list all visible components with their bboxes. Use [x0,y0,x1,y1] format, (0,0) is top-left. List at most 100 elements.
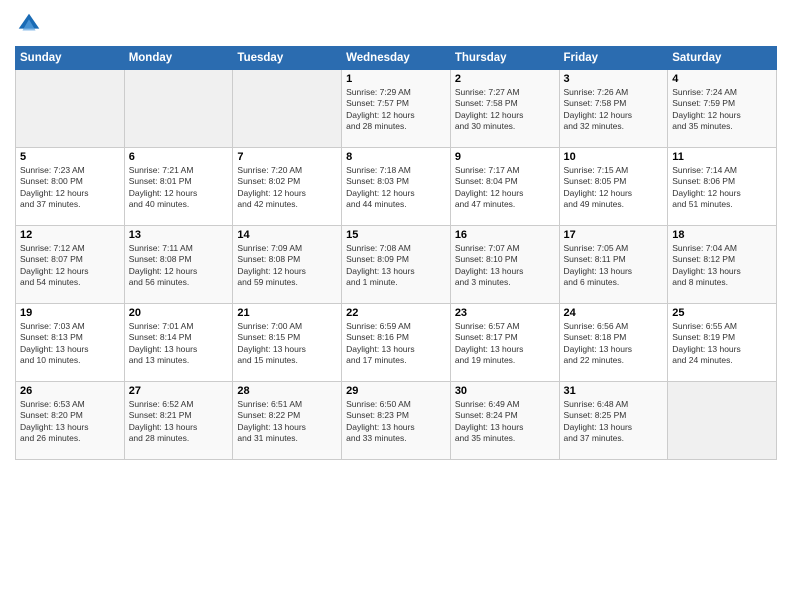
day-number: 1 [346,73,446,85]
calendar-cell: 5 Sunrise: 7:23 AM Sunset: 8:00 PM Daylig… [16,148,125,226]
calendar-cell: 12 Sunrise: 7:12 AM Sunset: 8:07 PM Dayli… [16,226,125,304]
day-info: Sunrise: 7:03 AM Sunset: 8:13 PM Dayligh… [20,321,120,367]
calendar-cell: 9Sunrise: 7:17 AM Sunset: 8:04 PM Daylig… [450,148,559,226]
calendar-header-row: SundayMondayTuesdayWednesdayThursdayFrid… [16,47,777,70]
day-info: Sunrise: 6:55 AM Sunset: 8:19 PM Dayligh… [672,321,772,367]
day-info: Sunrise: 7:01 AM Sunset: 8:14 PM Dayligh… [129,321,229,367]
calendar-cell: 26 Sunrise: 6:53 AM Sunset: 8:20 PM Dayli… [16,382,125,460]
calendar-day-header: Sunday [16,47,125,70]
day-info: Sunrise: 6:51 AM Sunset: 8:22 PM Dayligh… [237,399,337,445]
day-info: Sunrise: 7:04 AM Sunset: 8:12 PM Dayligh… [672,243,772,289]
day-number: 18 [672,229,772,241]
day-number: 28 [237,385,337,397]
calendar-cell [668,382,777,460]
day-number: 23 [455,307,555,319]
calendar-day-header: Saturday [668,47,777,70]
day-info: Sunrise: 7:14 AM Sunset: 8:06 PM Dayligh… [672,165,772,211]
day-info: Sunrise: 6:50 AM Sunset: 8:23 PM Dayligh… [346,399,446,445]
calendar-cell [233,70,342,148]
day-info: Sunrise: 6:56 AM Sunset: 8:18 PM Dayligh… [564,321,664,367]
day-number: 8 [346,151,446,163]
day-number: 16 [455,229,555,241]
calendar-day-header: Tuesday [233,47,342,70]
day-info: Sunrise: 7:05 AM Sunset: 8:11 PM Dayligh… [564,243,664,289]
calendar-cell: 29 Sunrise: 6:50 AM Sunset: 8:23 PM Dayli… [342,382,451,460]
calendar-cell: 10 Sunrise: 7:15 AM Sunset: 8:05 PM Dayli… [559,148,668,226]
calendar-cell: 28 Sunrise: 6:51 AM Sunset: 8:22 PM Dayli… [233,382,342,460]
day-info: Sunrise: 7:23 AM Sunset: 8:00 PM Dayligh… [20,165,120,211]
calendar-cell: 2 Sunrise: 7:27 AM Sunset: 7:58 PM Daylig… [450,70,559,148]
calendar-cell: 4Sunrise: 7:24 AM Sunset: 7:59 PM Daylig… [668,70,777,148]
day-number: 24 [564,307,664,319]
calendar-day-header: Wednesday [342,47,451,70]
calendar-table: SundayMondayTuesdayWednesdayThursdayFrid… [15,46,777,460]
day-number: 27 [129,385,229,397]
day-number: 26 [20,385,120,397]
calendar-cell: 23 Sunrise: 6:57 AM Sunset: 8:17 PM Dayli… [450,304,559,382]
day-info: Sunrise: 6:57 AM Sunset: 8:17 PM Dayligh… [455,321,555,367]
day-number: 17 [564,229,664,241]
day-info: Sunrise: 7:09 AM Sunset: 8:08 PM Dayligh… [237,243,337,289]
day-number: 10 [564,151,664,163]
day-number: 15 [346,229,446,241]
day-number: 30 [455,385,555,397]
day-number: 5 [20,151,120,163]
day-number: 19 [20,307,120,319]
day-number: 25 [672,307,772,319]
day-number: 2 [455,73,555,85]
day-number: 14 [237,229,337,241]
calendar-cell: 19 Sunrise: 7:03 AM Sunset: 8:13 PM Dayli… [16,304,125,382]
day-number: 21 [237,307,337,319]
day-info: Sunrise: 7:15 AM Sunset: 8:05 PM Dayligh… [564,165,664,211]
day-info: Sunrise: 6:48 AM Sunset: 8:25 PM Dayligh… [564,399,664,445]
day-number: 29 [346,385,446,397]
day-number: 13 [129,229,229,241]
day-number: 9 [455,151,555,163]
calendar-cell: 31 Sunrise: 6:48 AM Sunset: 8:25 PM Dayli… [559,382,668,460]
day-info: Sunrise: 6:59 AM Sunset: 8:16 PM Dayligh… [346,321,446,367]
day-info: Sunrise: 7:27 AM Sunset: 7:58 PM Dayligh… [455,87,555,133]
calendar-cell: 1 Sunrise: 7:29 AM Sunset: 7:57 PM Daylig… [342,70,451,148]
day-info: Sunrise: 7:21 AM Sunset: 8:01 PM Dayligh… [129,165,229,211]
day-info: Sunrise: 7:12 AM Sunset: 8:07 PM Dayligh… [20,243,120,289]
calendar-cell: 21Sunrise: 7:00 AM Sunset: 8:15 PM Dayli… [233,304,342,382]
calendar-cell: 13 Sunrise: 7:11 AM Sunset: 8:08 PM Dayli… [124,226,233,304]
calendar-cell: 16 Sunrise: 7:07 AM Sunset: 8:10 PM Dayli… [450,226,559,304]
calendar-cell: 3Sunrise: 7:26 AM Sunset: 7:58 PM Daylig… [559,70,668,148]
calendar-cell: 7Sunrise: 7:20 AM Sunset: 8:02 PM Daylig… [233,148,342,226]
day-info: Sunrise: 6:49 AM Sunset: 8:24 PM Dayligh… [455,399,555,445]
calendar-cell: 15 Sunrise: 7:08 AM Sunset: 8:09 PM Dayli… [342,226,451,304]
calendar-cell: 24 Sunrise: 6:56 AM Sunset: 8:18 PM Dayli… [559,304,668,382]
header [15,10,777,38]
day-info: Sunrise: 7:07 AM Sunset: 8:10 PM Dayligh… [455,243,555,289]
calendar-cell: 27 Sunrise: 6:52 AM Sunset: 8:21 PM Dayli… [124,382,233,460]
day-info: Sunrise: 7:29 AM Sunset: 7:57 PM Dayligh… [346,87,446,133]
day-info: Sunrise: 6:52 AM Sunset: 8:21 PM Dayligh… [129,399,229,445]
calendar-day-header: Monday [124,47,233,70]
day-info: Sunrise: 7:26 AM Sunset: 7:58 PM Dayligh… [564,87,664,133]
calendar-cell: 6Sunrise: 7:21 AM Sunset: 8:01 PM Daylig… [124,148,233,226]
calendar-week-row: 26 Sunrise: 6:53 AM Sunset: 8:20 PM Dayli… [16,382,777,460]
day-number: 20 [129,307,229,319]
day-number: 31 [564,385,664,397]
calendar-week-row: 12 Sunrise: 7:12 AM Sunset: 8:07 PM Dayli… [16,226,777,304]
day-info: Sunrise: 7:18 AM Sunset: 8:03 PM Dayligh… [346,165,446,211]
calendar-cell: 25 Sunrise: 6:55 AM Sunset: 8:19 PM Dayli… [668,304,777,382]
day-info: Sunrise: 6:53 AM Sunset: 8:20 PM Dayligh… [20,399,120,445]
calendar-day-header: Friday [559,47,668,70]
logo-icon [15,10,43,38]
calendar-cell: 14 Sunrise: 7:09 AM Sunset: 8:08 PM Dayli… [233,226,342,304]
calendar-cell: 17 Sunrise: 7:05 AM Sunset: 8:11 PM Dayli… [559,226,668,304]
logo [15,10,47,38]
day-number: 4 [672,73,772,85]
calendar-week-row: 5 Sunrise: 7:23 AM Sunset: 8:00 PM Daylig… [16,148,777,226]
day-number: 12 [20,229,120,241]
day-info: Sunrise: 7:08 AM Sunset: 8:09 PM Dayligh… [346,243,446,289]
calendar-cell: 22 Sunrise: 6:59 AM Sunset: 8:16 PM Dayli… [342,304,451,382]
day-info: Sunrise: 7:11 AM Sunset: 8:08 PM Dayligh… [129,243,229,289]
calendar-day-header: Thursday [450,47,559,70]
day-number: 22 [346,307,446,319]
calendar-cell [124,70,233,148]
day-info: Sunrise: 7:20 AM Sunset: 8:02 PM Dayligh… [237,165,337,211]
calendar-cell: 8 Sunrise: 7:18 AM Sunset: 8:03 PM Daylig… [342,148,451,226]
